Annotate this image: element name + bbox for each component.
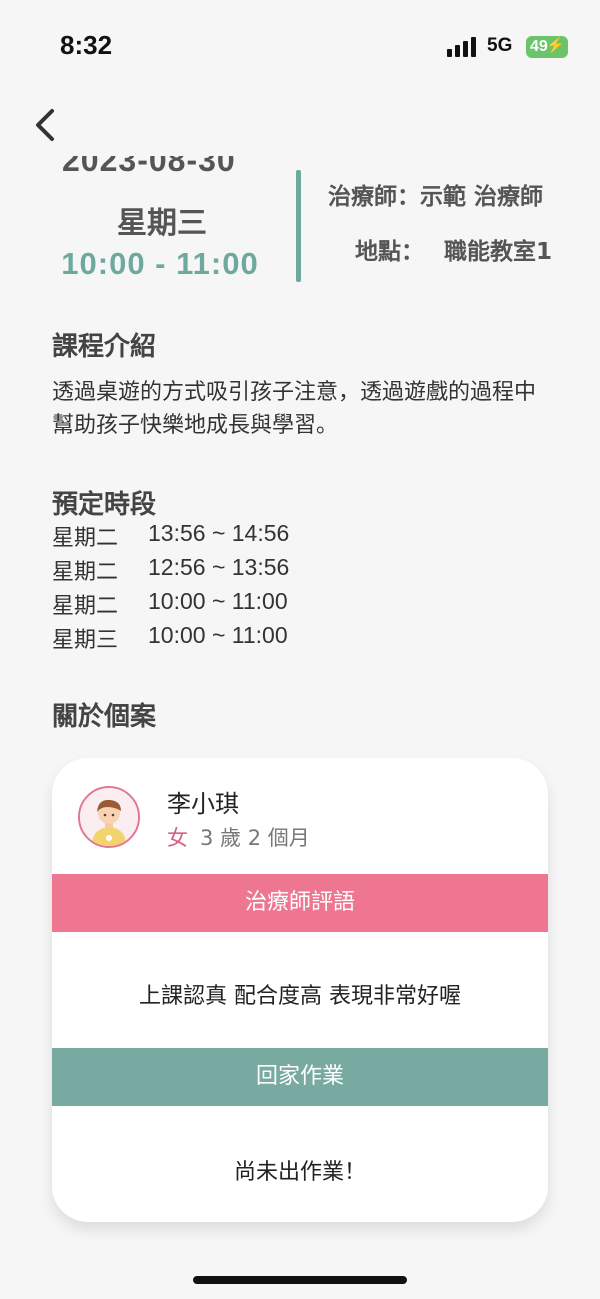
- case-card: 李小琪 女 3 歲 2 個月 治療師評語 上課認真 配合度高 表現非常好喔 回家作…: [52, 758, 548, 1222]
- battery-charging-icon: 49 ⚡: [526, 36, 568, 58]
- schedule-slot: 星期二 13:56 ~ 14:56: [52, 520, 289, 554]
- location-info: 地點： 職能教室1: [355, 232, 552, 266]
- schedule-slot: 星期二 12:56 ~ 13:56: [52, 554, 289, 588]
- schedule-title: 預定時段: [52, 490, 157, 520]
- status-bar: 8:32 5G 49 ⚡: [0, 0, 600, 90]
- slot-day: 星期二: [52, 526, 119, 551]
- slot-time: 10:00 ~ 11:00: [148, 622, 288, 648]
- location-name: 職能教室1: [444, 239, 553, 265]
- avatar: [78, 786, 140, 848]
- comment-header: 治療師評語: [52, 874, 548, 932]
- child-name: 李小琪: [167, 790, 239, 818]
- homework-text: 尚未出作業！: [233, 1160, 366, 1185]
- therapist-name: 示範 治療師: [420, 184, 544, 210]
- back-button[interactable]: [30, 105, 66, 145]
- schedule-list: 星期二 13:56 ~ 14:56 星期二 12:56 ~ 13:56 星期二 …: [52, 520, 289, 656]
- chevron-left-icon: [36, 109, 54, 141]
- status-time: 8:32: [60, 30, 113, 60]
- location-label: 地點：: [355, 239, 424, 265]
- therapist-info: 治療師：示範 治療師: [328, 177, 543, 211]
- therapist-label: 治療師：: [328, 184, 420, 210]
- signal-icon: [447, 37, 476, 57]
- intro-title: 課程介紹: [52, 332, 157, 362]
- session-weekday: 星期三: [117, 206, 207, 241]
- battery-level: 49: [530, 38, 548, 55]
- homework-header: 回家作業: [52, 1048, 548, 1106]
- session-date-text: 2023-08-30: [62, 156, 236, 178]
- slot-time: 13:56 ~ 14:56: [148, 520, 290, 546]
- child-avatar-icon: [80, 788, 138, 846]
- therapist-comment: 上課認真 配合度高 表現非常好喔: [139, 984, 461, 1009]
- schedule-slot: 星期二 10:00 ~ 11:00: [52, 588, 289, 622]
- header-divider: [296, 170, 301, 282]
- session-date: 2023-08-30: [62, 156, 262, 188]
- case-title: 關於個案: [52, 702, 157, 732]
- charging-bolt-icon: ⚡: [546, 37, 565, 54]
- slot-day: 星期二: [52, 560, 119, 585]
- child-gender: 女: [167, 826, 188, 850]
- child-meta: 女 3 歲 2 個月: [167, 822, 310, 852]
- child-age: 3 歲 2 個月: [200, 826, 310, 850]
- slot-day: 星期三: [52, 628, 119, 653]
- session-time: 10:00 - 11:00: [61, 246, 259, 281]
- slot-day: 星期二: [52, 594, 119, 619]
- schedule-slot: 星期三 10:00 ~ 11:00: [52, 622, 289, 656]
- slot-time: 12:56 ~ 13:56: [148, 554, 290, 580]
- slot-time: 10:00 ~ 11:00: [148, 588, 288, 614]
- home-indicator[interactable]: [193, 1276, 407, 1284]
- intro-text: 透過桌遊的方式吸引孩子注意，透過遊戲的過程中幫助孩子快樂地成長與學習。: [52, 380, 537, 438]
- network-type: 5G: [487, 35, 513, 56]
